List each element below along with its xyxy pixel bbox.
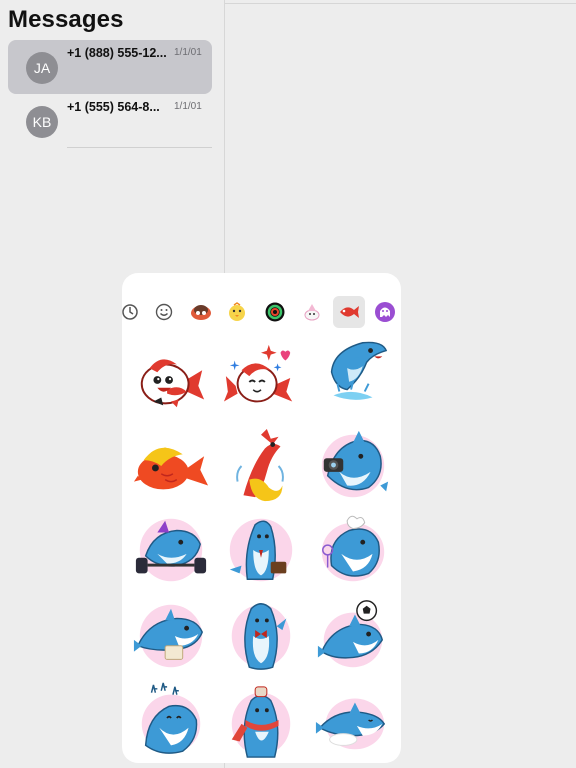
- conversation-name: +1 (888) 555-12...: [67, 46, 167, 60]
- emoji-smiley-icon[interactable]: [150, 298, 178, 326]
- koi-fish-smiling-sticker[interactable]: [132, 341, 210, 419]
- yellow-chick-pack-icon[interactable]: [223, 298, 251, 326]
- recent-clock-icon[interactable]: [122, 298, 144, 326]
- goldfish-sticker[interactable]: [132, 427, 210, 505]
- conversation-item[interactable]: KB +1 (555) 564-8... 1/1/01: [8, 94, 212, 148]
- conversation-name: +1 (555) 564-8...: [67, 100, 160, 114]
- shark-sleeping-sticker[interactable]: [314, 681, 392, 759]
- avatar: KB: [26, 106, 58, 138]
- shark-scarf-sticker[interactable]: [222, 681, 300, 759]
- purple-ghost-pack-icon[interactable]: [371, 298, 399, 326]
- shark-weightlifting-sticker[interactable]: [132, 511, 210, 589]
- shark-briefcase-sticker[interactable]: [222, 511, 300, 589]
- shark-bowtie-sticker[interactable]: [222, 597, 300, 675]
- conversation-date: 1/1/01: [174, 101, 202, 112]
- list-separator: [67, 147, 212, 148]
- sticker-panel: [122, 273, 401, 763]
- koi-fish-leaping-sticker[interactable]: [222, 427, 300, 505]
- detail-header: [225, 0, 576, 4]
- shark-soccer-ball-sticker[interactable]: [314, 597, 392, 675]
- ring-pack-icon[interactable]: [261, 298, 289, 326]
- avatar: JA: [26, 52, 58, 84]
- shark-reading-sticker[interactable]: [132, 597, 210, 675]
- page-title: Messages: [8, 6, 124, 33]
- shark-jumping-splash-sticker[interactable]: [314, 333, 392, 411]
- shark-camera-sticker[interactable]: [314, 427, 392, 505]
- conversation-date: 1/1/01: [174, 47, 202, 58]
- shark-laughing-sticker[interactable]: [132, 681, 210, 759]
- shark-chef-sticker[interactable]: [314, 511, 392, 589]
- cartoon-pack-icon[interactable]: [187, 298, 215, 326]
- koi-fish-hearts-sticker[interactable]: [222, 341, 300, 419]
- unicorn-pack-icon[interactable]: [298, 298, 326, 326]
- conversation-item[interactable]: JA +1 (888) 555-12... 1/1/01: [8, 40, 212, 94]
- fish-pack-icon[interactable]: [333, 296, 365, 328]
- sticker-pack-tabs: [122, 295, 401, 331]
